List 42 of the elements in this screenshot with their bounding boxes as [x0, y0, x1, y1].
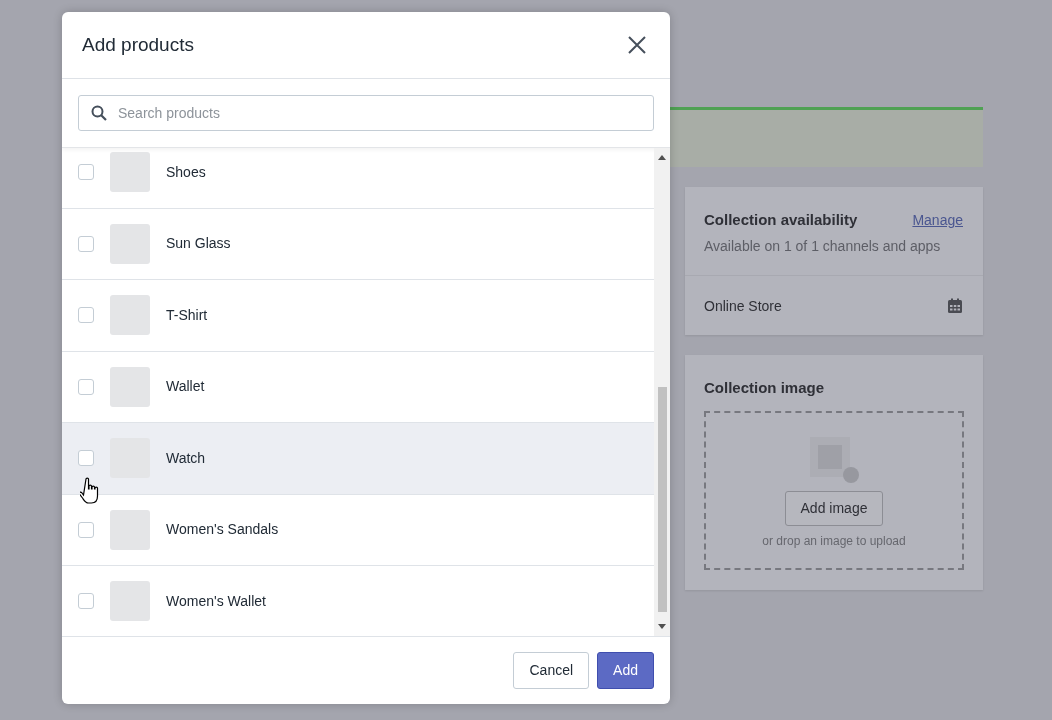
- product-row[interactable]: Sun Glass: [62, 208, 654, 280]
- modal-title: Add products: [82, 32, 194, 57]
- card-title: Collection image: [703, 377, 826, 398]
- checkbox[interactable]: [78, 378, 94, 395]
- search-icon: [91, 105, 107, 121]
- checkbox[interactable]: [78, 235, 94, 252]
- product-row[interactable]: Watch: [62, 423, 654, 495]
- scrollbar[interactable]: [654, 148, 670, 636]
- product-name: Women's Wallet: [166, 591, 266, 611]
- add-button[interactable]: Add: [597, 652, 654, 689]
- photo-placeholder: [110, 295, 150, 336]
- drop-hint: or drop an image to upload: [762, 533, 906, 550]
- cancel-button[interactable]: Cancel: [513, 652, 590, 689]
- product-name: Sun Glass: [166, 234, 231, 254]
- product-name: Wallet: [166, 377, 205, 397]
- photo-placeholder: [110, 223, 150, 264]
- photo-placeholder: [110, 581, 150, 622]
- photo-placeholder: [110, 366, 150, 407]
- product-name: Watch: [166, 448, 206, 468]
- checkbox[interactable]: [78, 521, 94, 538]
- search-field[interactable]: Search products: [78, 95, 654, 131]
- product-name: Shoes: [166, 162, 206, 182]
- photo-placeholder: [110, 509, 150, 550]
- product-name: T-Shirt: [166, 305, 208, 325]
- image-upload-icon: [807, 435, 861, 485]
- scroll-down-arrow-icon[interactable]: [658, 624, 666, 630]
- product-row[interactable]: T-Shirt: [62, 280, 654, 352]
- calendar-icon[interactable]: [947, 298, 963, 314]
- scroll-up-arrow-icon[interactable]: [658, 154, 666, 160]
- checkbox[interactable]: [78, 450, 94, 467]
- card-title: Collection availability: [704, 210, 858, 230]
- product-row[interactable]: Shoes: [62, 148, 654, 209]
- photo-placeholder: [110, 152, 150, 193]
- checkbox[interactable]: [78, 164, 94, 181]
- checkbox[interactable]: [78, 593, 94, 610]
- card-subtitle: Available on 1 of 1 channels and apps: [704, 236, 942, 256]
- add-image-button[interactable]: Add image: [784, 491, 884, 526]
- product-name: Women's Sandals: [166, 520, 279, 540]
- checkbox[interactable]: [78, 307, 94, 324]
- product-row[interactable]: Women's Wallet: [62, 566, 654, 636]
- channel-name: Online Store: [704, 296, 782, 316]
- product-row[interactable]: Women's Sandals: [62, 494, 654, 566]
